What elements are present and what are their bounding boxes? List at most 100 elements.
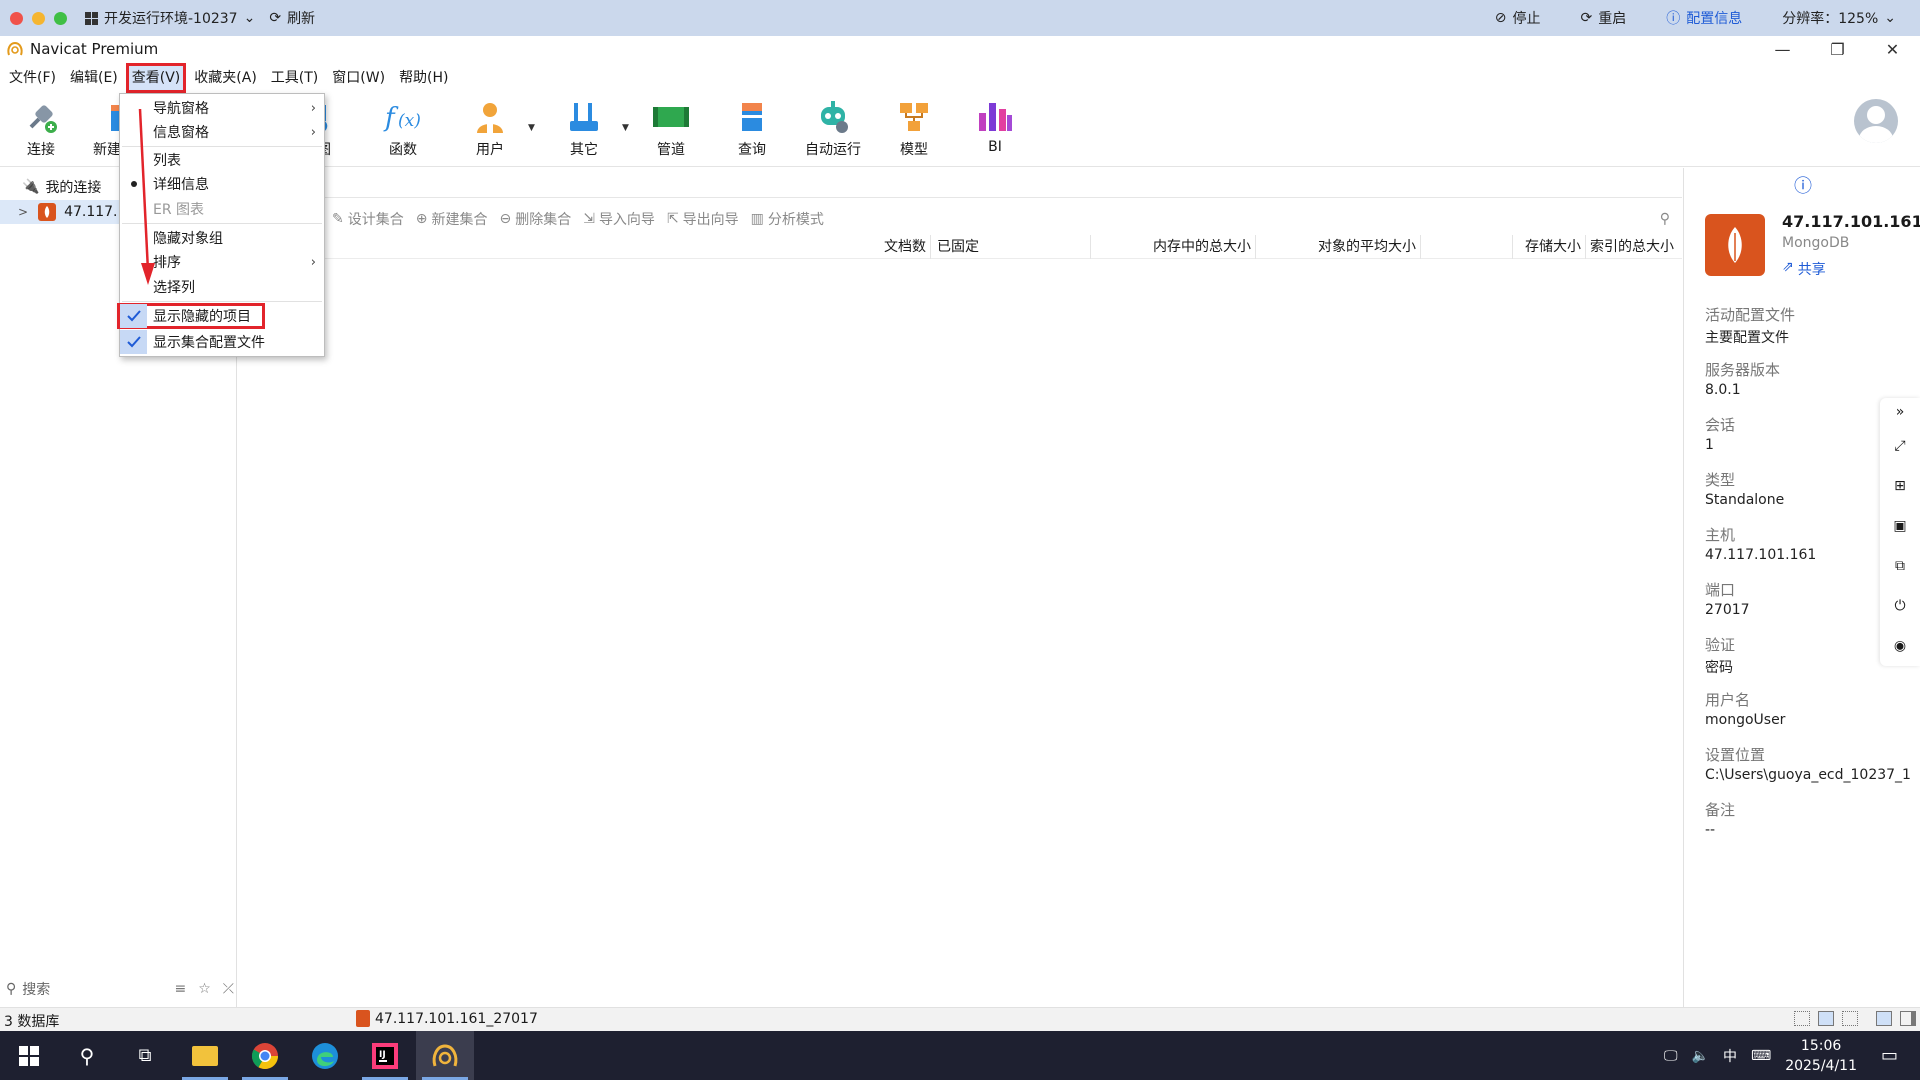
info-key: 主机: [1705, 526, 1736, 544]
design-collection-button[interactable]: ✎ 设计集合: [332, 209, 404, 229]
menu-help[interactable]: 帮助(H): [394, 64, 453, 92]
taskbar-file-explorer[interactable]: [176, 1031, 234, 1080]
menu-window[interactable]: 窗口(W): [327, 64, 390, 92]
query-button[interactable]: 查询: [717, 97, 787, 159]
connect-button[interactable]: 连接: [6, 97, 76, 159]
fullscreen-icon[interactable]: ⤢: [1880, 426, 1920, 466]
restore-window-button[interactable]: ❐: [1810, 36, 1865, 62]
chevron-right-icon: ›: [310, 100, 316, 116]
delete-collection-button[interactable]: ⊖ 删除集合: [499, 209, 571, 229]
taskbar-chrome[interactable]: [236, 1031, 294, 1080]
function-label: 函数: [389, 142, 417, 158]
minimize-dot-icon[interactable]: [32, 11, 45, 25]
collection-list-area[interactable]: [238, 260, 1682, 1007]
nav-search-input[interactable]: 搜索: [22, 979, 50, 999]
menu-item-show-hidden[interactable]: 显示隐藏的项目: [117, 303, 265, 329]
analyze-schema-button[interactable]: ▥ 分析模式: [751, 209, 824, 229]
grid-icon[interactable]: ⊞: [1880, 466, 1920, 506]
col-pinned[interactable]: 已固定: [930, 235, 1090, 259]
object-tab-header: [238, 168, 1682, 198]
menu-favorites[interactable]: 收藏夹(A): [189, 64, 262, 92]
taskbar-search-button[interactable]: ⚲: [58, 1031, 116, 1080]
left-pane-icon[interactable]: [1876, 1011, 1892, 1026]
chevron-right-icon: ›: [310, 124, 316, 140]
export-wizard-button[interactable]: ⇱ 导出向导: [667, 209, 739, 229]
import-wizard-button[interactable]: ⇲ 导入向导: [583, 209, 655, 229]
user-dropdown-caret-icon[interactable]: ▼: [528, 123, 535, 133]
mongodb-leaf-icon: [356, 1010, 370, 1027]
automation-button[interactable]: 自动运行: [798, 97, 868, 159]
info-icon[interactable]: ⓘ: [1794, 172, 1812, 198]
stop-button[interactable]: ⊘ 停止: [1495, 8, 1541, 28]
model-button[interactable]: 模型: [879, 97, 949, 159]
other-button[interactable]: 其它: [549, 97, 619, 159]
resolution-selector[interactable]: 分辨率：125% ⌄: [1782, 8, 1896, 28]
plug-icon: 🔌: [22, 179, 40, 195]
menu-item-show-profiles[interactable]: 显示集合配置文件: [120, 330, 324, 354]
taskbar-intellij[interactable]: IJ: [356, 1031, 414, 1080]
eye-icon[interactable]: ◉: [1880, 626, 1920, 666]
copy-icon[interactable]: ⧉: [1880, 546, 1920, 586]
power-icon[interactable]: ⏻: [1880, 586, 1920, 626]
collapse-icon[interactable]: ⤫: [223, 981, 234, 997]
star-icon[interactable]: ☆: [198, 981, 211, 997]
minimize-window-button[interactable]: —: [1755, 36, 1810, 62]
notification-icon[interactable]: ▭: [1881, 1045, 1898, 1066]
environment-selector[interactable]: 开发运行环境-10237 ⌄: [85, 8, 255, 28]
search-icon: ⚲: [79, 1043, 95, 1068]
menu-view[interactable]: 查看(V): [125, 62, 187, 93]
taskbar-edge[interactable]: [296, 1031, 354, 1080]
user-button[interactable]: 用户: [455, 97, 525, 159]
share-label: 共享: [1797, 262, 1826, 278]
plus-circle-icon: ⊕: [415, 211, 428, 227]
col-index-total-size[interactable]: 索引的总大小: [1512, 235, 1678, 259]
grid-view-icon[interactable]: [1794, 1011, 1810, 1026]
filter-icon[interactable]: ≡: [175, 981, 187, 997]
close-dot-icon[interactable]: [10, 11, 23, 25]
clock[interactable]: 15:06 2025/4/11: [1785, 1036, 1857, 1076]
navicat-logo-icon: [432, 1043, 458, 1066]
my-connections-header[interactable]: 🔌 我的连接: [22, 175, 101, 199]
other-dropdown-caret-icon[interactable]: ▼: [622, 123, 629, 133]
menu-edit[interactable]: 编辑(E): [65, 64, 123, 92]
menu-tools[interactable]: 工具(T): [266, 64, 323, 92]
start-button[interactable]: [0, 1031, 58, 1080]
restart-button[interactable]: ⟳ 重启: [1581, 8, 1627, 28]
share-icon: ⇗: [1782, 259, 1794, 275]
col-avg-object-size[interactable]: 对象的平均大小: [1255, 235, 1420, 259]
ime-indicator[interactable]: 中: [1723, 1046, 1737, 1066]
right-pane-icon[interactable]: [1900, 1011, 1916, 1026]
bi-button[interactable]: BI: [960, 97, 1030, 155]
info-icon: ⓘ: [1666, 11, 1681, 27]
maximize-dot-icon[interactable]: [54, 11, 67, 25]
robot-icon: [813, 97, 853, 137]
pipeline-button[interactable]: 管道: [636, 97, 706, 159]
layout-icon[interactable]: ▣: [1880, 506, 1920, 546]
col-memory-total[interactable]: 内存中的总大小: [1090, 235, 1255, 259]
chevron-down-icon: ⌄: [1884, 10, 1896, 26]
taskbar-navicat[interactable]: [416, 1031, 474, 1080]
new-collection-button[interactable]: ⊕ 新建集合: [416, 209, 488, 229]
menu-separator: [122, 301, 322, 302]
function-button[interactable]: f (x) 函数: [368, 97, 438, 159]
volume-icon[interactable]: 🔈: [1692, 1048, 1709, 1064]
svg-text:(x): (x): [398, 111, 421, 131]
bi-label: BI: [988, 139, 1002, 155]
list-view-icon[interactable]: [1818, 1011, 1834, 1026]
collapse-right-icon[interactable]: »: [1880, 398, 1920, 426]
keyboard-icon[interactable]: ⌨: [1751, 1048, 1771, 1064]
detail-view-icon[interactable]: [1842, 1011, 1858, 1026]
info-key: 服务器版本: [1705, 361, 1781, 379]
menu-file[interactable]: 文件(F): [4, 64, 61, 92]
intellij-icon: IJ: [372, 1042, 398, 1069]
refresh-button[interactable]: ⟳ 刷新: [269, 8, 315, 28]
config-info-button[interactable]: ⓘ 配置信息: [1666, 8, 1742, 28]
minus-circle-icon: ⊖: [499, 211, 512, 227]
share-button[interactable]: ⇗ 共享: [1782, 259, 1826, 279]
col-doc-count[interactable]: 文档数: [530, 235, 930, 259]
search-icon[interactable]: ⚲: [1660, 211, 1670, 227]
task-view-button[interactable]: ⧉: [116, 1031, 174, 1080]
avatar[interactable]: [1854, 99, 1898, 143]
network-icon[interactable]: 🖵: [1664, 1048, 1678, 1064]
close-window-button[interactable]: ✕: [1865, 36, 1920, 62]
